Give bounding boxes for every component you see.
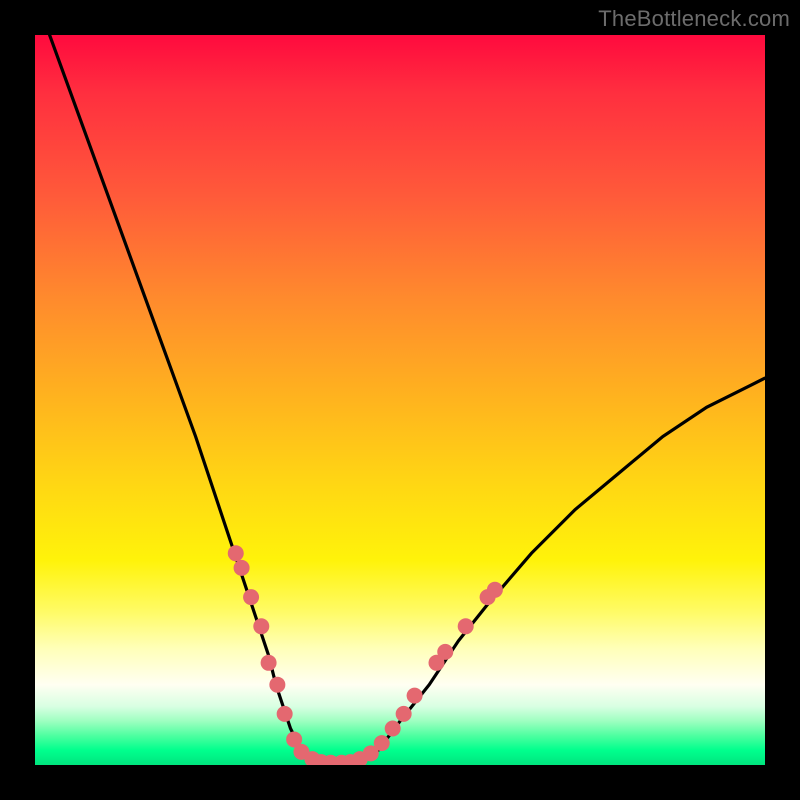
curve-marker — [437, 644, 453, 660]
curve-marker — [234, 560, 250, 576]
chart-stage: TheBottleneck.com — [0, 0, 800, 800]
curve-marker — [374, 735, 390, 751]
curve-markers — [228, 545, 503, 765]
plot-area — [35, 35, 765, 765]
curve-marker — [261, 655, 277, 671]
curve-marker — [385, 721, 401, 737]
curve-marker — [396, 706, 412, 722]
curve-marker — [228, 545, 244, 561]
curve-marker — [487, 582, 503, 598]
curve-marker — [407, 688, 423, 704]
bottleneck-curve — [50, 35, 765, 765]
curve-marker — [458, 618, 474, 634]
curve-layer — [35, 35, 765, 765]
watermark-text: TheBottleneck.com — [598, 6, 790, 32]
curve-marker — [253, 618, 269, 634]
curve-marker — [269, 677, 285, 693]
curve-marker — [277, 706, 293, 722]
curve-marker — [243, 589, 259, 605]
